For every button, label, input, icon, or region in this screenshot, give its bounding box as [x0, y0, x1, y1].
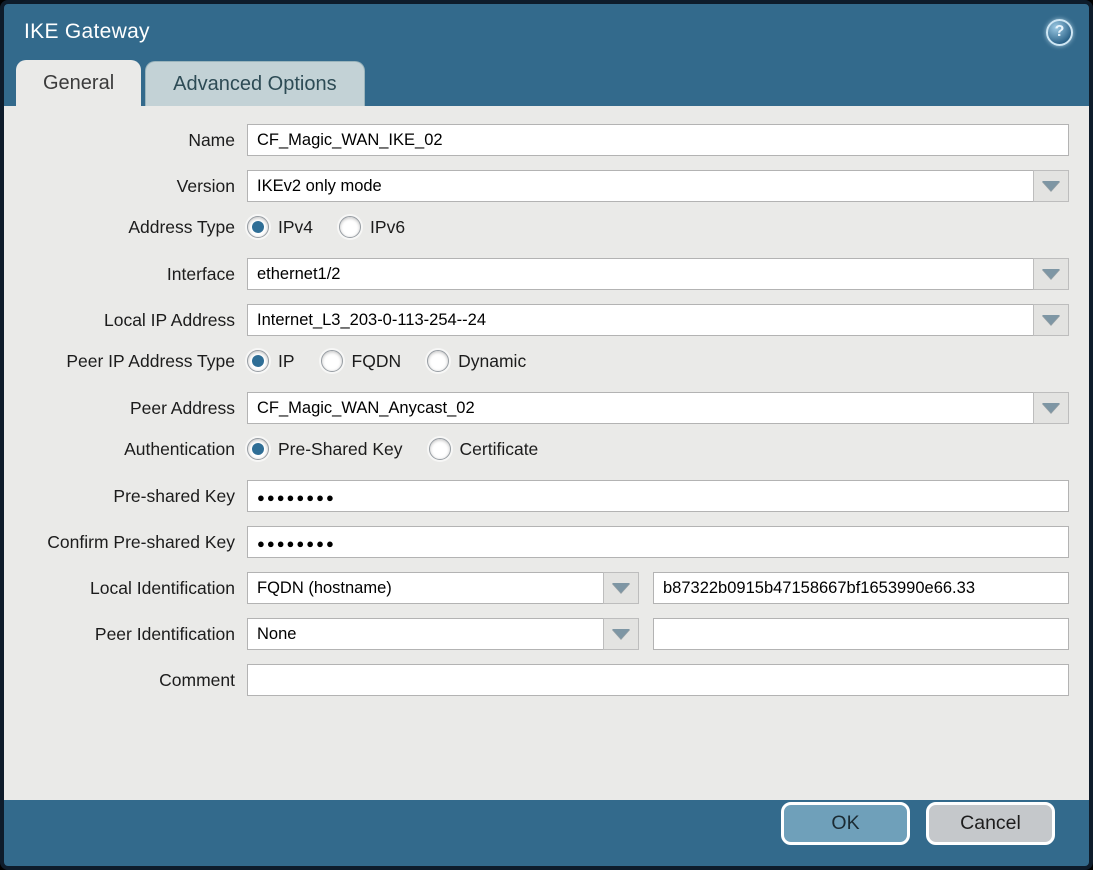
name-row: Name: [4, 124, 1069, 156]
confirm-pre-shared-key-label: Confirm Pre-shared Key: [4, 532, 247, 553]
comment-input[interactable]: [247, 664, 1069, 696]
chevron-down-icon: [612, 629, 630, 639]
chevron-down-icon: [1042, 181, 1060, 191]
local-ip-address-label: Local IP Address: [4, 310, 247, 331]
interface-label: Interface: [4, 264, 247, 285]
local-identification-label: Local Identification: [4, 578, 247, 599]
radio-peer-ip-label: IP: [278, 351, 295, 372]
peer-identification-label: Peer Identification: [4, 624, 247, 645]
title-bar: IKE Gateway ?: [4, 4, 1089, 60]
peer-ip-address-type-row: Peer IP Address Type IP FQDN Dynamic: [4, 350, 1069, 372]
tab-bar: General Advanced Options: [4, 60, 1089, 106]
local-identification-row: Local Identification: [4, 572, 1069, 604]
local-identification-dropdown-button[interactable]: [603, 572, 639, 604]
peer-identification-row: Peer Identification: [4, 618, 1069, 650]
peer-identification-type-select[interactable]: [247, 618, 604, 650]
ike-gateway-dialog: IKE Gateway ? General Advanced Options N…: [0, 0, 1093, 870]
tab-advanced-options[interactable]: Advanced Options: [145, 61, 364, 106]
radio-peer-fqdn[interactable]: [321, 350, 343, 372]
address-type-label: Address Type: [4, 217, 247, 238]
peer-address-row: Peer Address: [4, 392, 1069, 424]
radio-certificate-label: Certificate: [460, 439, 539, 460]
name-input[interactable]: [247, 124, 1069, 156]
radio-ipv4-label: IPv4: [278, 217, 313, 238]
local-identification-value-input[interactable]: [653, 572, 1069, 604]
version-label: Version: [4, 176, 247, 197]
radio-ipv4[interactable]: [247, 216, 269, 238]
version-row: Version: [4, 170, 1069, 202]
interface-row: Interface: [4, 258, 1069, 290]
pre-shared-key-label: Pre-shared Key: [4, 486, 247, 507]
dialog-footer: OK Cancel: [4, 800, 1089, 866]
chevron-down-icon: [1042, 403, 1060, 413]
peer-identification-dropdown-button[interactable]: [603, 618, 639, 650]
peer-identification-value-input[interactable]: [653, 618, 1069, 650]
cancel-button[interactable]: Cancel: [926, 802, 1055, 845]
peer-address-label: Peer Address: [4, 398, 247, 419]
general-tab-panel: Name Version Address Type IPv4 IPv6: [4, 106, 1089, 800]
address-type-row: Address Type IPv4 IPv6: [4, 216, 1069, 238]
confirm-pre-shared-key-input[interactable]: [247, 526, 1069, 558]
ok-button[interactable]: OK: [781, 802, 910, 845]
comment-row: Comment: [4, 664, 1069, 696]
interface-select[interactable]: [247, 258, 1034, 290]
radio-pre-shared-key-label: Pre-Shared Key: [278, 439, 403, 460]
radio-peer-dynamic[interactable]: [427, 350, 449, 372]
authentication-label: Authentication: [4, 439, 247, 460]
chevron-down-icon: [1042, 315, 1060, 325]
chevron-down-icon: [1042, 269, 1060, 279]
local-identification-type-select[interactable]: [247, 572, 604, 604]
radio-peer-fqdn-label: FQDN: [352, 351, 402, 372]
pre-shared-key-input[interactable]: [247, 480, 1069, 512]
local-ip-address-select[interactable]: [247, 304, 1034, 336]
radio-peer-dynamic-label: Dynamic: [458, 351, 526, 372]
interface-dropdown-button[interactable]: [1033, 258, 1069, 290]
dialog-title: IKE Gateway: [24, 20, 150, 44]
confirm-pre-shared-key-row: Confirm Pre-shared Key: [4, 526, 1069, 558]
peer-ip-address-type-label: Peer IP Address Type: [4, 351, 247, 372]
comment-label: Comment: [4, 670, 247, 691]
local-ip-address-dropdown-button[interactable]: [1033, 304, 1069, 336]
radio-certificate[interactable]: [429, 438, 451, 460]
version-select[interactable]: [247, 170, 1034, 202]
peer-address-dropdown-button[interactable]: [1033, 392, 1069, 424]
pre-shared-key-row: Pre-shared Key: [4, 480, 1069, 512]
tab-general[interactable]: General: [16, 60, 141, 106]
authentication-row: Authentication Pre-Shared Key Certificat…: [4, 438, 1069, 460]
chevron-down-icon: [612, 583, 630, 593]
peer-address-select[interactable]: [247, 392, 1034, 424]
radio-peer-ip[interactable]: [247, 350, 269, 372]
help-icon[interactable]: ?: [1046, 19, 1073, 46]
local-ip-address-row: Local IP Address: [4, 304, 1069, 336]
radio-ipv6-label: IPv6: [370, 217, 405, 238]
radio-pre-shared-key[interactable]: [247, 438, 269, 460]
version-dropdown-button[interactable]: [1033, 170, 1069, 202]
name-label: Name: [4, 130, 247, 151]
radio-ipv6[interactable]: [339, 216, 361, 238]
